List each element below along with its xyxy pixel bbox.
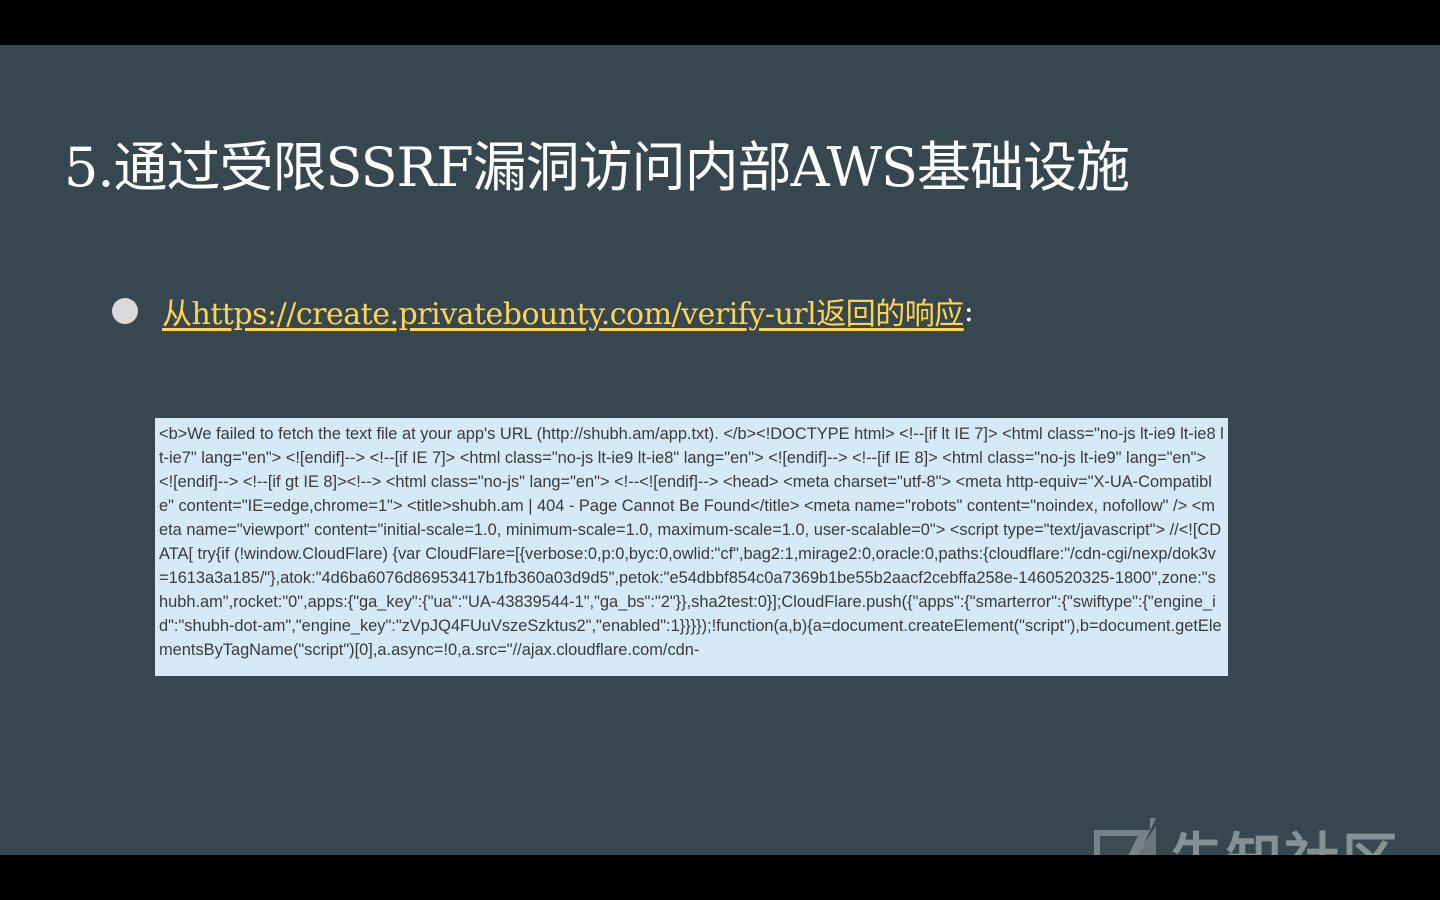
watermark-text: 先知社区 [1168,815,1400,855]
response-code-text: <b>We failed to fetch the text file at y… [159,425,1224,659]
bullet-item: 从https://create.privatebounty.com/verify… [112,289,974,333]
bullet-dot-icon [112,298,138,324]
letterbox-bottom [0,855,1440,900]
response-code-screenshot: <b>We failed to fetch the text file at y… [155,418,1228,676]
slide: 5.通过受限SSRF漏洞访问内部AWS基础设施 从https://create.… [0,45,1440,855]
letterbox-top [0,0,1440,45]
slide-title: 5.通过受限SSRF漏洞访问内部AWS基础设施 [64,136,1130,199]
watermark: 先知社区 [1090,815,1400,855]
verify-url-link[interactable]: 从https://create.privatebounty.com/verify… [162,289,964,333]
bullet-colon: : [963,293,974,329]
xianzhi-logo-icon [1094,817,1156,855]
